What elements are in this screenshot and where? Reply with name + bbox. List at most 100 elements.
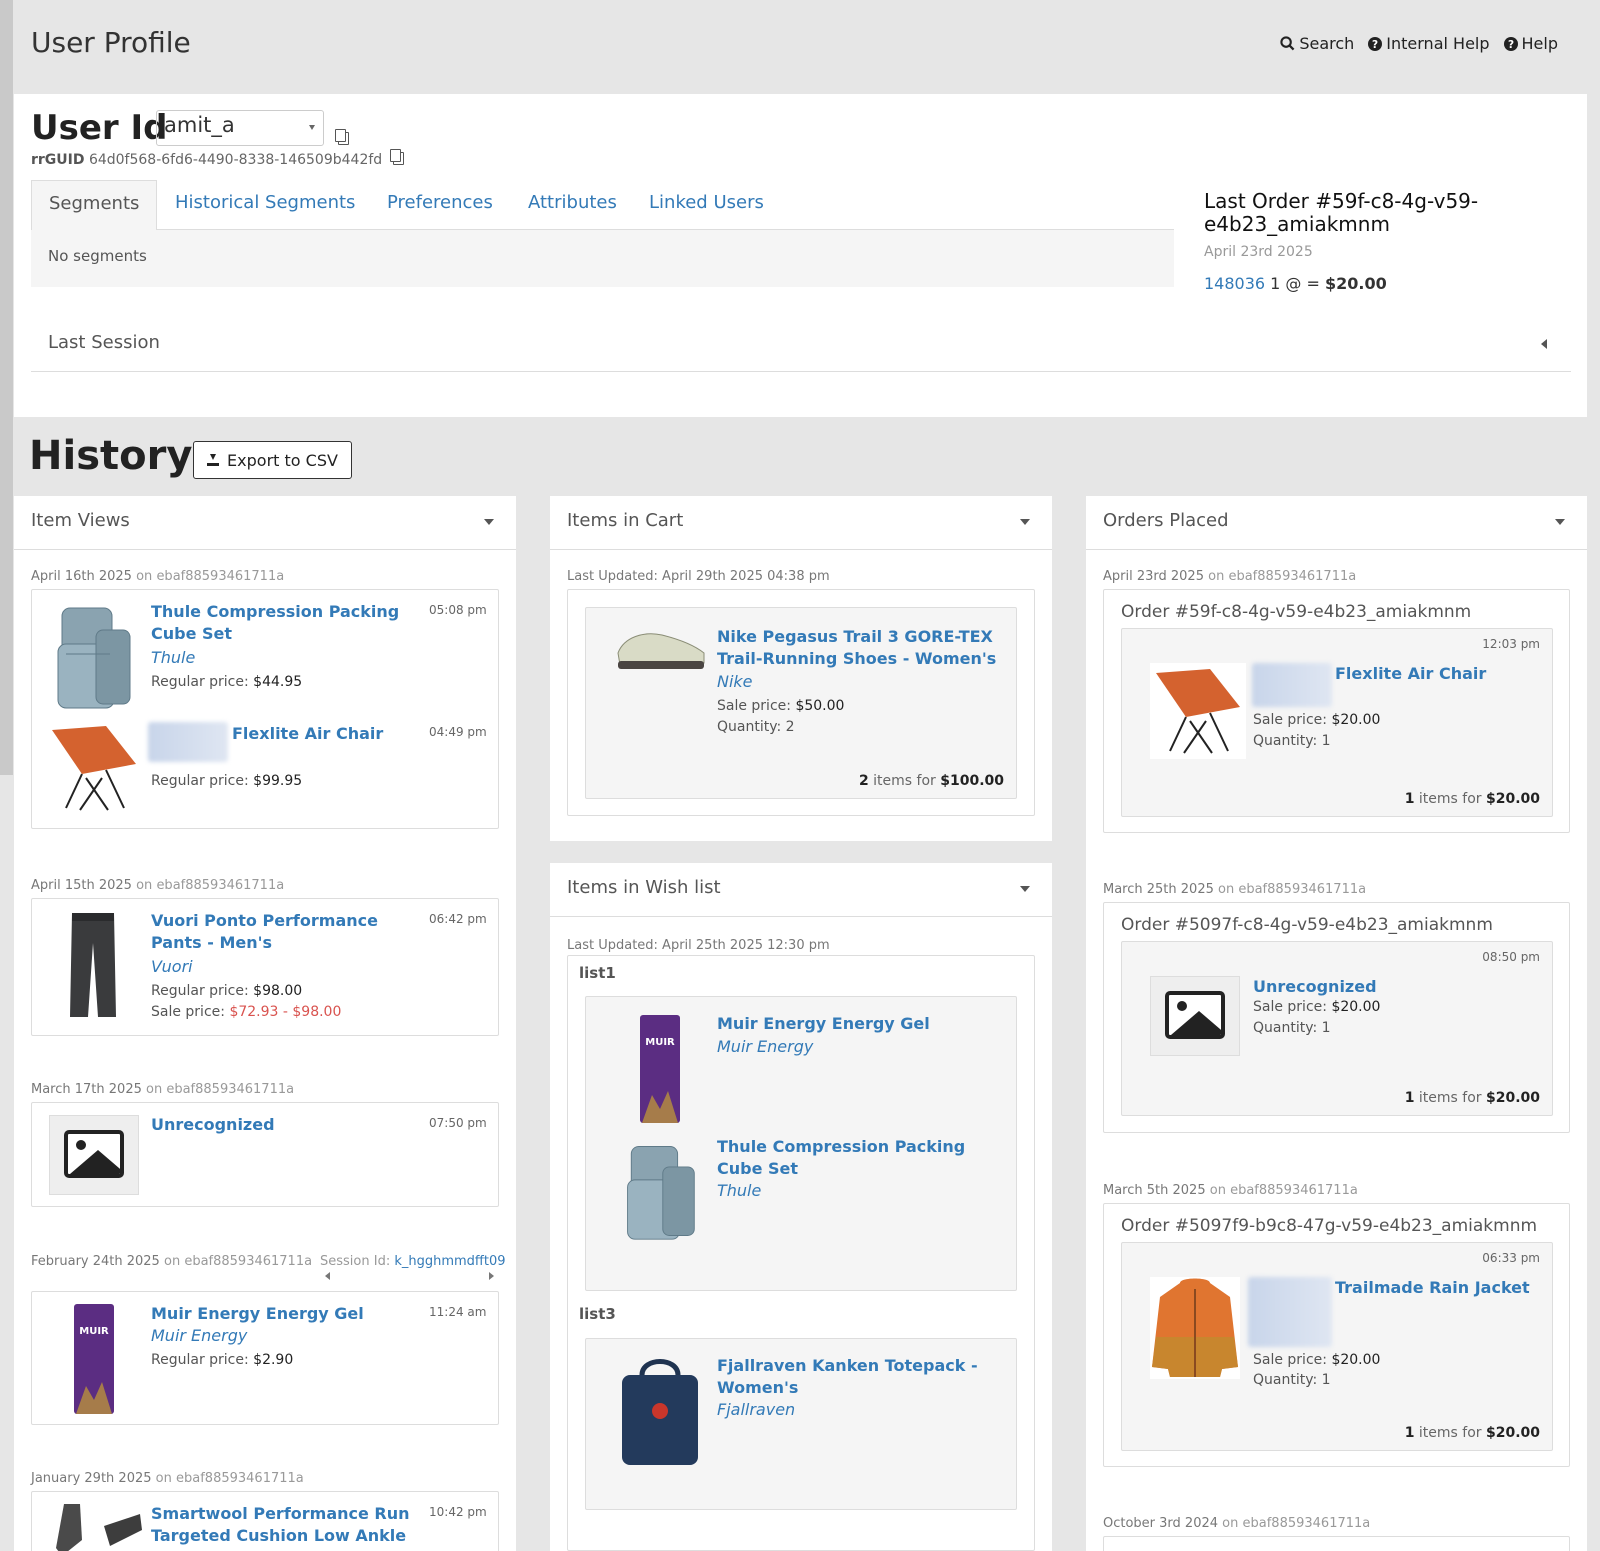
search-label: Search <box>1299 34 1355 53</box>
last-session-label: Last Session <box>48 332 160 353</box>
item-brand-link[interactable]: Vuori <box>151 957 193 976</box>
cart-header[interactable]: Items in Cart <box>550 496 1052 550</box>
export-csv-label: Export to CSV <box>227 450 338 470</box>
view-group-box: Smartwool Performance Run Targeted Cushi… <box>31 1491 499 1551</box>
last-order-qty: 1 @ = <box>1265 274 1326 293</box>
tab-linked-users[interactable]: Linked Users <box>632 180 781 230</box>
user-id-select[interactable]: amit_a <box>156 110 324 146</box>
export-csv-button[interactable]: Export to CSV <box>193 441 352 479</box>
item-title-link[interactable]: Nike Pegasus Trail 3 GORE-TEX Trail-Runn… <box>717 626 997 670</box>
caret-left-icon[interactable] <box>325 1272 330 1280</box>
view-group-box: Vuori Ponto Performance Pants - Men's Vu… <box>31 898 499 1036</box>
order-item: 08:50 pm Unrecognized Sale price: $20.00… <box>1121 941 1553 1116</box>
item-title-link[interactable]: Thule Compression Packing Cube Set <box>717 1136 967 1180</box>
session-id: Session Id: k_hgghmmdfft09 <box>320 1254 506 1269</box>
cart-item: Nike Pegasus Trail 3 GORE-TEX Trail-Runn… <box>585 607 1017 799</box>
item-sale-price: Sale price: $20.00 <box>1253 999 1381 1015</box>
order-time: 06:33 pm <box>1482 1251 1540 1265</box>
product-image-energy-gel[interactable]: MUIR <box>638 1013 682 1125</box>
copy-icon[interactable] <box>335 129 349 145</box>
product-image-socks[interactable] <box>54 1500 144 1551</box>
wishlist-items: MUIR Muir Energy Energy Gel Muir Energy … <box>585 996 1017 1291</box>
rrguid-label: rrGUID <box>31 152 85 168</box>
question-circle-icon: ? <box>1503 36 1518 51</box>
item-brand-link[interactable]: Muir Energy <box>717 1037 813 1056</box>
last-order-item-link[interactable]: 148036 <box>1204 274 1265 293</box>
wishlist-header[interactable]: Items in Wish list <box>550 863 1052 917</box>
tab-preferences[interactable]: Preferences <box>370 180 510 230</box>
product-image-energy-gel[interactable]: MUIR <box>72 1302 116 1416</box>
item-brand-link[interactable]: Thule <box>717 1181 761 1200</box>
item-quantity: Quantity: 1 <box>1253 733 1331 749</box>
last-session-toggle[interactable]: Last Session <box>31 324 1571 372</box>
item-title-link[interactable]: Smartwool Performance Run Targeted Cushi… <box>151 1503 451 1551</box>
order-meta: April 23rd 2025 on ebaf88593461711a <box>1103 569 1357 584</box>
item-title-link[interactable]: Muir Energy Energy Gel <box>717 1013 987 1035</box>
item-brand-link[interactable]: Thule <box>151 648 195 667</box>
item-price: Regular price: $98.00 <box>151 983 303 999</box>
caret-down-icon <box>1020 886 1030 892</box>
product-image-packing-cube[interactable] <box>52 600 134 712</box>
view-group-box: MUIR Muir Energy Energy Gel Muir Energy … <box>31 1291 499 1425</box>
question-circle-icon: ? <box>1368 36 1383 51</box>
wishlist-title: Items in Wish list <box>567 877 721 898</box>
product-image-pants[interactable] <box>66 909 120 1021</box>
copy-icon[interactable] <box>389 149 404 165</box>
product-image-rain-jacket[interactable] <box>1150 1277 1240 1379</box>
item-title-link[interactable]: Thule Compression Packing Cube Set <box>151 601 431 645</box>
item-title-link[interactable]: Unrecognized <box>151 1114 275 1136</box>
item-title-link[interactable]: Fjallraven Kanken Totepack - Women's <box>717 1355 987 1399</box>
svg-text:MUIR: MUIR <box>79 1326 109 1337</box>
svg-text:MUIR: MUIR <box>645 1037 675 1048</box>
item-price: Regular price: $2.90 <box>151 1352 294 1368</box>
caret-right-icon[interactable] <box>489 1272 494 1280</box>
item-brand-link[interactable]: Nike <box>717 672 753 691</box>
item-title-link[interactable]: Vuori Ponto Performance Pants - Men's <box>151 910 421 954</box>
item-sale-price: Sale price: $72.93 - $98.00 <box>151 1004 342 1020</box>
item-views-panel: Item Views April 16th 2025 on ebaf885934… <box>14 496 516 1551</box>
left-edge-bar <box>0 0 13 775</box>
session-id-link[interactable]: k_hgghmmdfft09 <box>394 1254 505 1269</box>
orders-title: Orders Placed <box>1103 510 1229 531</box>
last-order-title: Last Order #59f-c8-4g-v59-e4b23_amiakmnm <box>1204 189 1479 236</box>
order-box: Order #59f-c8-4g-v59-e4b23_amiakmnm 12:0… <box>1103 589 1570 833</box>
item-brand-link[interactable]: Muir Energy <box>151 1326 247 1345</box>
tab-segments[interactable]: Segments <box>31 180 157 231</box>
product-image-air-chair[interactable] <box>1150 663 1246 759</box>
product-image-air-chair[interactable] <box>46 720 142 816</box>
product-image-packing-cube[interactable] <box>622 1135 698 1247</box>
last-order-date: April 23rd 2025 <box>1204 244 1313 260</box>
orders-header[interactable]: Orders Placed <box>1086 496 1587 550</box>
svg-text:?: ? <box>1372 38 1378 50</box>
item-title-link[interactable]: Muir Energy Energy Gel <box>151 1303 364 1325</box>
item-views-header[interactable]: Item Views <box>14 496 516 550</box>
item-sale-price: Sale price: $50.00 <box>717 698 845 714</box>
search-icon <box>1280 36 1295 51</box>
item-title-link[interactable]: Flexlite Air Chair <box>232 723 383 745</box>
item-title-link[interactable]: Trailmade Rain Jacket <box>1335 1277 1530 1299</box>
order-time: 12:03 pm <box>1482 637 1540 651</box>
item-views-title: Item Views <box>31 510 130 531</box>
search-link[interactable]: Search <box>1280 34 1354 53</box>
cart-title: Items in Cart <box>567 510 684 531</box>
page-title: User Profile <box>31 26 191 59</box>
order-number: Order #5097f9-b9c8-47g-v59-e4b23_amiakmn… <box>1121 1216 1538 1236</box>
product-image-totepack[interactable] <box>616 1355 704 1467</box>
wishlist-panel: Items in Wish list Last Updated: April 2… <box>550 863 1052 1551</box>
download-icon <box>207 454 220 466</box>
help-link[interactable]: ? Help <box>1503 34 1558 53</box>
tab-historical-segments[interactable]: Historical Segments <box>158 180 372 230</box>
item-title-link[interactable]: Flexlite Air Chair <box>1335 663 1486 685</box>
caret-down-icon <box>484 519 494 525</box>
view-group-box: Thule Compression Packing Cube Set Thule… <box>31 589 499 829</box>
user-id-label: User Id <box>31 108 168 148</box>
internal-help-link[interactable]: ? Internal Help <box>1368 34 1490 53</box>
product-image-shoes[interactable] <box>614 623 708 673</box>
item-title-link[interactable]: Unrecognized <box>1253 976 1377 998</box>
tab-attributes[interactable]: Attributes <box>511 180 634 230</box>
cart-updated: Last Updated: April 29th 2025 04:38 pm <box>567 569 830 584</box>
item-brand-link[interactable]: Fjallraven <box>717 1400 795 1419</box>
view-group-meta: March 17th 2025 on ebaf88593461711a <box>31 1082 295 1097</box>
order-number: Order #5097f-c8-4g-v59-e4b23_amiakmnm <box>1121 915 1493 935</box>
caret-down-icon <box>1020 519 1030 525</box>
